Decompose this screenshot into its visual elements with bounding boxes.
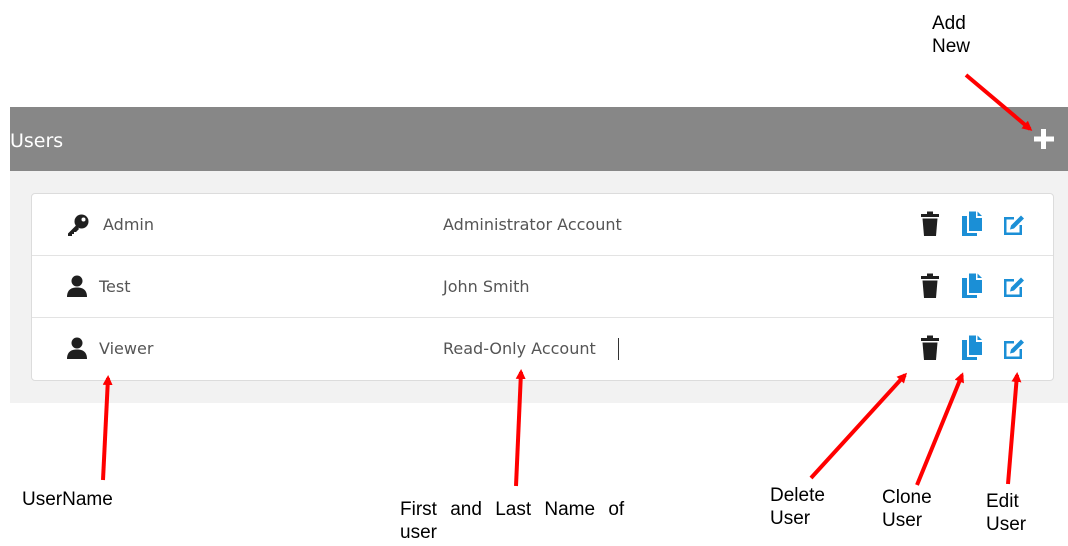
add-new-arrow	[964, 73, 1033, 131]
annotation-arrows	[101, 73, 1033, 487]
annotation-delete-user: Delete User	[770, 485, 825, 529]
annotation-edit-user: Edit User	[986, 491, 1027, 535]
full-name-arrow	[514, 369, 526, 487]
annotation-clone-user: Clone User	[882, 487, 932, 531]
username-arrow	[101, 375, 113, 481]
delete-user-arrow	[809, 372, 908, 480]
annotation-username: UserName	[22, 489, 113, 510]
edit-user-arrow	[1006, 372, 1022, 485]
clone-user-arrow	[915, 372, 964, 486]
annotation-full-name: First and Last Name of user	[400, 499, 625, 543]
annotation-add-new: Add New	[932, 13, 971, 57]
